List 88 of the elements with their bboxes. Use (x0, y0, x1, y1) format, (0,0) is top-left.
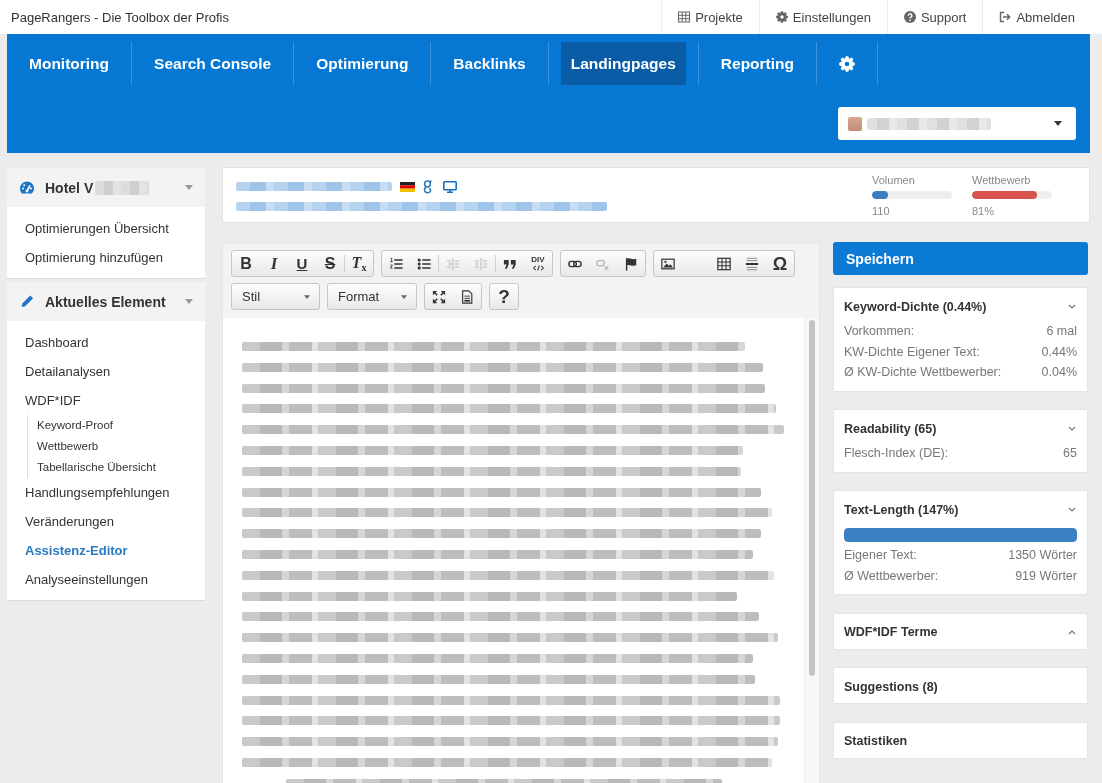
chevron-down-icon[interactable] (1068, 426, 1076, 431)
toolbar-dropdown[interactable]: Stil (231, 283, 320, 310)
blurred-text (95, 180, 150, 195)
metric-value: 110 (872, 203, 891, 218)
div-button[interactable]: DIV (524, 251, 552, 276)
clear-format-button[interactable]: T$_{x}$ (345, 251, 373, 276)
app-title: PageRangers - Die Toolbox der Profis (11, 9, 229, 25)
outdent-icon (446, 256, 460, 271)
bold-button[interactable]: B (232, 251, 260, 276)
sidebar-item[interactable]: Detailanalysen (7, 356, 205, 386)
card-title[interactable]: WDF*IDF Terme (844, 625, 938, 639)
settings-icon (839, 55, 855, 72)
card-title[interactable]: Text-Length (147%) (844, 502, 959, 517)
sidebar-item[interactable]: WDF*IDF (7, 385, 205, 415)
project-select[interactable] (838, 107, 1076, 140)
monitor-icon (443, 180, 457, 193)
caret-down-icon (1054, 121, 1062, 126)
card-title[interactable]: Statistiken (844, 734, 908, 748)
metric-value: 81% (972, 203, 996, 218)
help-button[interactable]: ? (490, 284, 518, 309)
nav-tab[interactable]: Optimierung (306, 42, 419, 85)
nav-tab[interactable]: Landingpages (560, 42, 686, 85)
stat-value: 919 Wörter (1015, 567, 1077, 585)
stat-label: Vorkommen: (844, 323, 915, 340)
sidebar-item[interactable]: Assistenz-Editor (7, 535, 205, 565)
sidebar-subitem[interactable]: Wettbewerb (28, 435, 205, 457)
sidebar-item[interactable]: Handlungsempfehlungen (7, 477, 205, 507)
flag-icon (400, 181, 415, 192)
save-button[interactable]: Speichern (833, 242, 1088, 275)
caret-down-icon (185, 299, 193, 304)
nav-tab[interactable]: Reporting (710, 42, 804, 85)
scrollbar-thumb[interactable] (809, 320, 815, 676)
card-title[interactable]: Readability (65) (844, 421, 937, 436)
table-icon (678, 11, 691, 23)
sidebar-subitem[interactable]: Keyword-Proof (28, 414, 205, 436)
pencil-icon (19, 294, 35, 309)
metric-label: Wettbewerb (972, 172, 1032, 187)
nav-tab[interactable]: Monitoring (19, 42, 120, 85)
chevron-down-icon[interactable] (1068, 507, 1076, 512)
toolbar-dropdown[interactable]: Format (327, 283, 417, 310)
sidebar-item[interactable]: Optimierung hinzufügen (7, 242, 205, 272)
help-icon (903, 11, 916, 23)
bulleted-list-icon (417, 256, 431, 271)
stat-value: 65 (1063, 445, 1077, 462)
blurred-favicon-icon (848, 116, 862, 131)
horizontal-rule-icon (745, 256, 759, 271)
stat-value: 0.44% (1041, 343, 1077, 361)
gear-icon (775, 11, 788, 23)
logout-icon (999, 11, 1012, 23)
stat-value: 6 mal (1046, 323, 1077, 340)
caret-down-icon (401, 294, 407, 299)
panel-header[interactable]: Hotel V (7, 168, 205, 207)
numbered-list-icon (389, 256, 403, 271)
underline-button[interactable]: U (288, 251, 316, 276)
card-title[interactable]: Keyword-Dichte (0.44%) (844, 299, 987, 314)
chevron-down-icon[interactable] (1068, 304, 1076, 309)
special-character-button[interactable]: Ω (766, 251, 794, 276)
sidebar-item[interactable]: Veränderungen (7, 506, 205, 536)
italic-button[interactable]: I (260, 251, 288, 276)
stat-label: Eigener Text: (844, 547, 917, 564)
stat-value: 0.04% (1041, 364, 1077, 381)
stat-label: Ø Wettbewerber: (844, 567, 939, 585)
document-icon (460, 289, 474, 304)
metric-label: Volumen (872, 172, 916, 187)
indent-icon (474, 256, 488, 271)
code-icon (532, 265, 544, 271)
stat-label: KW-Dichte Eigener Text: (844, 343, 980, 361)
table-icon (717, 256, 731, 271)
strikethrough-button[interactable]: S (316, 251, 344, 276)
sidebar-item[interactable]: Analyseeinstellungen (7, 564, 205, 594)
dashboard-icon (19, 180, 35, 195)
stat-label: Flesch-Index (DE): (844, 445, 949, 462)
chevron-up-icon[interactable] (1068, 629, 1076, 635)
panel-header[interactable]: Aktuelles Element (7, 282, 205, 321)
nav-tab[interactable]: Search Console (144, 42, 282, 85)
caret-down-icon (185, 185, 193, 190)
stat-label: Ø KW-Dichte Wettbewerber: (844, 364, 1002, 381)
stat-value: 1350 Wörter (1008, 547, 1077, 564)
card-title[interactable]: Suggestions (8) (844, 679, 938, 694)
sidebar-item[interactable]: Optimierungen Übersicht (7, 213, 205, 243)
letter-g-icon (423, 179, 432, 194)
caret-down-icon (304, 294, 310, 299)
image-icon (661, 256, 675, 271)
sidebar-subitem[interactable]: Tabellarische Übersicht (28, 456, 205, 478)
maximize-icon (432, 289, 446, 304)
sidebar-item[interactable]: Dashboard (7, 327, 205, 357)
nav-tab[interactable]: Backlinks (443, 42, 536, 85)
flag-icon (624, 256, 638, 271)
